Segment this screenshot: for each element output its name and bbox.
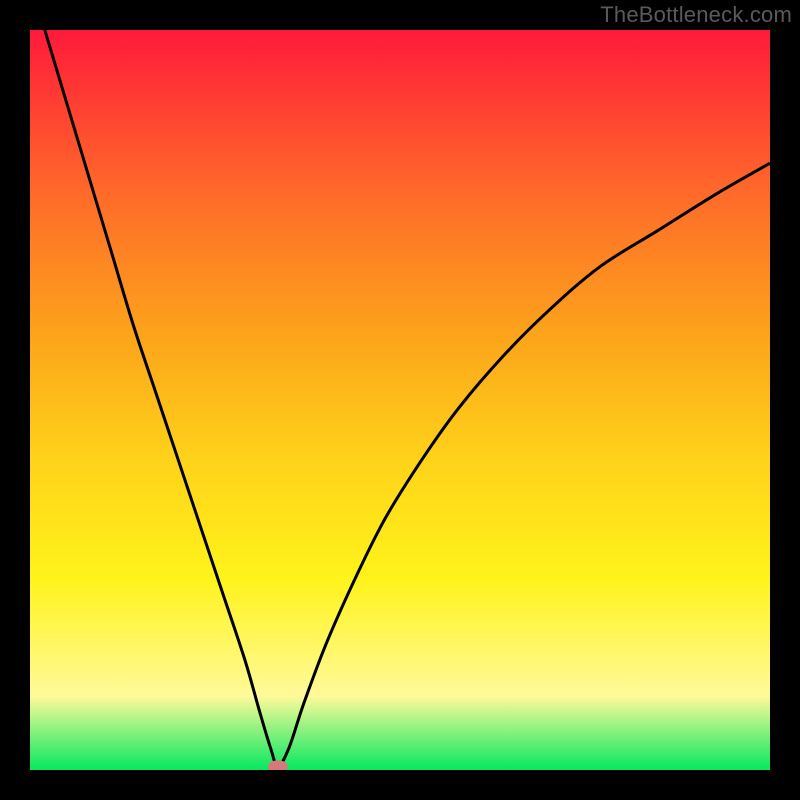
watermark-text: TheBottleneck.com xyxy=(600,2,792,28)
plot-frame xyxy=(30,30,770,770)
bottleneck-chart xyxy=(30,30,770,770)
gradient-background xyxy=(30,30,770,770)
